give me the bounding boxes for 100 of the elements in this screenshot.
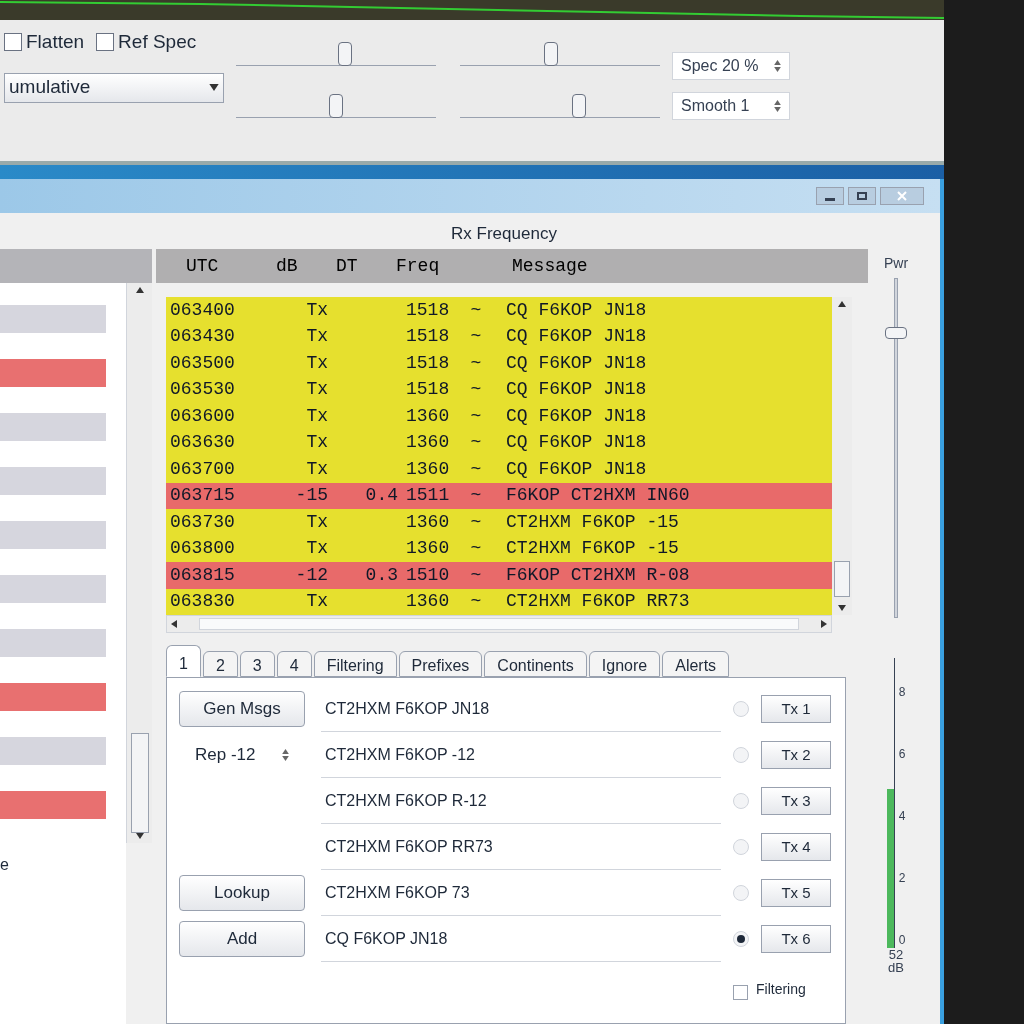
maximize-button[interactable] (848, 187, 876, 205)
table-cell-text: CQ F6KOP JN18 (505, 431, 647, 455)
table-cell-text: CQ F6KOP JN18 (505, 325, 647, 349)
tab[interactable]: Alerts (662, 651, 730, 677)
table-cell-text: 063730 (169, 510, 236, 534)
radio-button[interactable] (733, 747, 749, 763)
spin-box[interactable]: Rep -12 (179, 738, 305, 772)
spin-box[interactable]: Spec 20 % (672, 52, 790, 80)
tab[interactable]: 3 (239, 651, 275, 677)
table-cell-text: 1518 (406, 378, 451, 402)
table-cell-text: ~ (469, 298, 483, 322)
message-row[interactable]: 063800 Tx 1360 ~ CT2HXM F6KOP -15 (166, 535, 832, 562)
power-label: Pwr (883, 254, 909, 273)
message-row[interactable]: 063830 Tx 1360 ~ CT2HXM F6KOP RR73 (166, 588, 832, 615)
tab[interactable]: Continents (484, 651, 587, 677)
slider-thumb[interactable] (338, 42, 353, 66)
table-cell-text: -12 (294, 563, 329, 587)
table-cell-text: 1360 (406, 590, 451, 614)
table-cell-text: Tx (305, 298, 329, 322)
slider-track[interactable] (236, 40, 436, 66)
slider-thumb[interactable] (885, 327, 907, 340)
scrollbar-thumb[interactable] (130, 733, 149, 833)
tab[interactable]: 1 (166, 645, 201, 677)
vertical-scrollbar[interactable] (126, 283, 152, 843)
vertical-scrollbar[interactable] (832, 297, 852, 615)
tx-message-field[interactable]: CT2HXM F6KOP -12 (321, 732, 721, 778)
column-header: Message (511, 254, 588, 278)
scroll-up-arrow-icon (838, 301, 846, 307)
minimize-button[interactable] (816, 187, 844, 205)
slider-thumb[interactable] (543, 42, 558, 66)
horizontal-scrollbar[interactable] (166, 615, 832, 633)
tab[interactable]: Prefixes (398, 651, 483, 677)
slider-track[interactable] (460, 40, 660, 66)
message-row[interactable]: 063815 -12 0.3 1510 ~ F6KOP CT2HXM R-08 (166, 562, 832, 589)
message-row[interactable]: 063600 Tx 1360 ~ CQ F6KOP JN18 (166, 403, 832, 430)
tab[interactable]: 2 (202, 651, 238, 677)
message-row[interactable]: 063715 -15 0.4 1511 ~ F6KOP CT2HXM IN60 (166, 482, 832, 509)
tx-button[interactable]: Tx 2 (761, 741, 831, 769)
message-row[interactable]: 063700 Tx 1360 ~ CQ F6KOP JN18 (166, 456, 832, 483)
tx-button[interactable]: Tx 3 (761, 787, 831, 815)
table-cell-text: 1511 (406, 484, 451, 508)
table-cell-text: 1360 (406, 431, 451, 455)
table-cell-text: 063630 (169, 431, 236, 455)
checkbox[interactable] (96, 33, 115, 52)
tx-button[interactable]: Tx 1 (761, 695, 831, 723)
tick-label: 2 (898, 872, 906, 884)
tx-message-field[interactable]: CT2HXM F6KOP JN18 (321, 686, 721, 732)
table-cell-text: 0.4 (364, 484, 399, 508)
message-row[interactable]: 063730 Tx 1360 ~ CT2HXM F6KOP -15 (166, 509, 832, 536)
tab[interactable]: 4 (276, 651, 312, 677)
message-row[interactable]: 063500 Tx 1518 ~ CQ F6KOP JN18 (166, 350, 832, 377)
slider-thumb[interactable] (329, 94, 343, 118)
tx-button[interactable]: Tx 5 (761, 879, 831, 907)
power-slider-track[interactable] (884, 278, 908, 618)
action-button[interactable]: Gen Msgs (179, 691, 305, 727)
scroll-down-arrow-icon (135, 833, 144, 839)
tab[interactable]: Filtering (313, 651, 397, 677)
tab[interactable]: Ignore (588, 651, 661, 677)
checkbox[interactable] (733, 985, 748, 1000)
radio-button[interactable] (733, 793, 749, 809)
close-icon (897, 191, 907, 201)
table-cell-text: F6KOP CT2HXM R-08 (505, 563, 690, 587)
table-cell-text: Tx (305, 404, 329, 428)
tx-button[interactable]: Tx 6 (761, 925, 831, 953)
radio-button[interactable] (733, 885, 749, 901)
radio-button[interactable] (733, 931, 749, 947)
table-cell-text: Tx (305, 378, 329, 402)
message-row[interactable]: 063400 Tx 1518 ~ CQ F6KOP JN18 (166, 297, 832, 324)
table-cell-text: Tx (305, 537, 329, 561)
tx-message-field[interactable]: CT2HXM F6KOP RR73 (321, 824, 721, 870)
tick-label: 6 (898, 748, 906, 760)
scrollbar-thumb[interactable] (834, 561, 850, 597)
scroll-right-arrow-icon (821, 620, 827, 628)
table-cell-text: ~ (469, 351, 483, 375)
tx-message-field[interactable]: CT2HXM F6KOP 73 (321, 870, 721, 916)
message-row[interactable]: 063630 Tx 1360 ~ CQ F6KOP JN18 (166, 429, 832, 456)
table-cell-text: Tx (305, 325, 329, 349)
action-button[interactable]: Lookup (179, 875, 305, 911)
radio-button[interactable] (733, 839, 749, 855)
checkbox[interactable] (4, 33, 22, 52)
slider-track[interactable] (460, 92, 660, 118)
table-cell-text: 1360 (406, 404, 451, 428)
slider-track[interactable] (236, 92, 436, 118)
action-button[interactable]: Add (179, 921, 305, 957)
tx-message-field[interactable]: CT2HXM F6KOP R-12 (321, 778, 721, 824)
checkbox-label: Ref Spec (118, 30, 197, 54)
table-cell-text: F6KOP CT2HXM IN60 (505, 484, 690, 508)
slider-thumb[interactable] (571, 94, 586, 118)
mode-dropdown[interactable]: umulative (4, 72, 224, 103)
meter-unit: dB (888, 961, 904, 974)
radio-button[interactable] (733, 701, 749, 717)
table-cell-text: -15 (294, 484, 329, 508)
table-cell-text: 1510 (406, 563, 451, 587)
message-row[interactable]: 063530 Tx 1518 ~ CQ F6KOP JN18 (166, 376, 832, 403)
table-cell-text: ~ (469, 590, 483, 614)
message-row[interactable]: 063430 Tx 1518 ~ CQ F6KOP JN18 (166, 323, 832, 350)
tx-message-field[interactable]: CQ F6KOP JN18 (321, 916, 721, 962)
tx-button[interactable]: Tx 4 (761, 833, 831, 861)
spin-box[interactable]: Smooth 1 (672, 92, 790, 120)
column-header: Freq (396, 254, 441, 278)
